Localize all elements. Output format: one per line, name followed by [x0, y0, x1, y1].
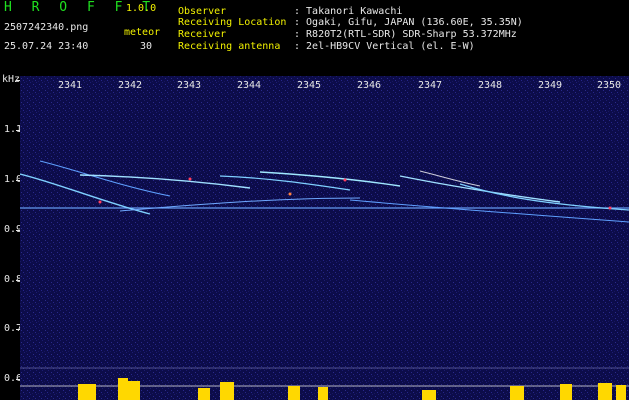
file-name: 2507242340.png [4, 22, 89, 33]
info-key-location: Receiving Location [178, 17, 287, 28]
spectrogram-graphic [20, 76, 629, 400]
x-tick-label: 2341 [58, 80, 83, 91]
info-key-antenna: Receiving antenna [178, 41, 281, 52]
x-tick-label: 2349 [538, 80, 563, 91]
detection-count: 30 [140, 41, 153, 52]
detection-label: meteor [124, 27, 161, 38]
info-key-receiver: Receiver [178, 29, 227, 40]
x-tick-label: 2348 [478, 80, 503, 91]
info-value-antenna: : 2el-HB9CV Vertical (el. E-W) [294, 41, 475, 52]
info-value-location: : Ogaki, Gifu, JAPAN (136.60E, 35.35N) [294, 17, 523, 28]
x-tick-label: 2343 [177, 80, 202, 91]
x-tick-label: 2346 [357, 80, 382, 91]
spectrogram-panel [20, 76, 629, 400]
x-tick-label: 2342 [118, 80, 143, 91]
info-value-receiver: : R820T2(RTL-SDR) SDR-Sharp 53.372MHz [294, 29, 517, 40]
x-tick-label: 2347 [418, 80, 443, 91]
x-tick-label: 2344 [237, 80, 262, 91]
x-tick-label: 2345 [297, 80, 322, 91]
file-datetime: 25.07.24 23:40 [4, 41, 89, 52]
x-tick-label: 2350 [597, 80, 622, 91]
app-version: 1.0.0 [126, 3, 157, 14]
